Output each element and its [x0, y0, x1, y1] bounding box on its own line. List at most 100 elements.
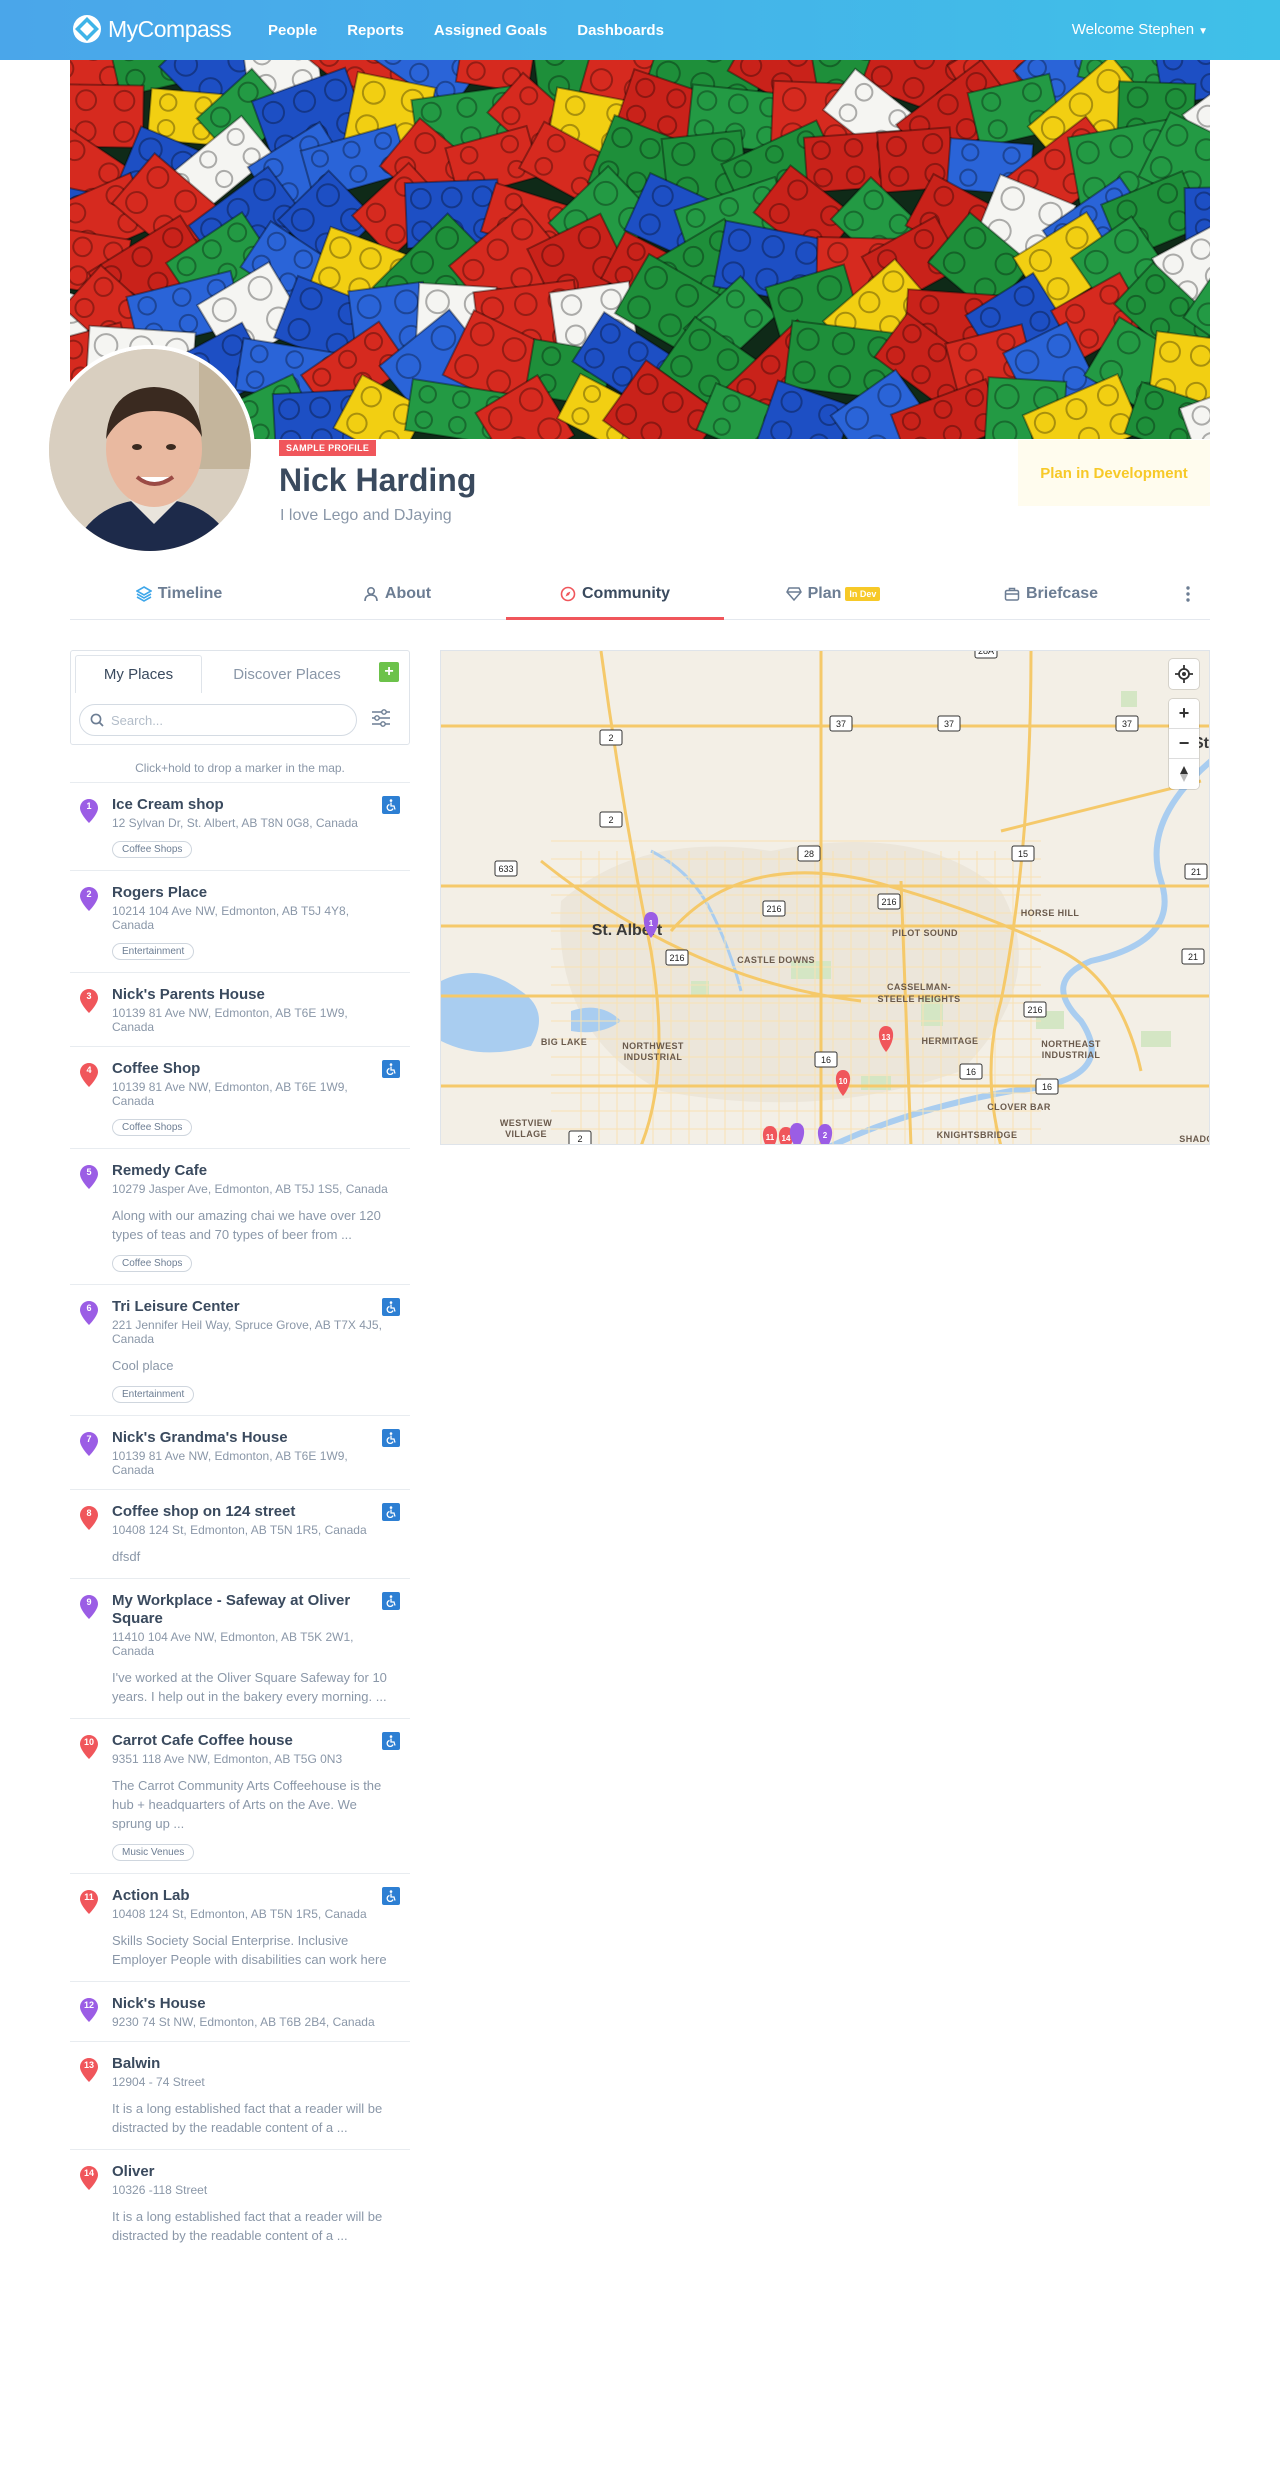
wheelchair-accessible-icon — [382, 796, 400, 814]
map-pin-icon: 5 — [80, 1165, 98, 1189]
place-name[interactable]: Nick's Grandma's House — [112, 1429, 400, 1447]
place-name[interactable]: Remedy Cafe — [112, 1162, 400, 1180]
more-options-icon[interactable] — [1186, 585, 1190, 608]
place-category-tag[interactable]: Coffee Shops — [112, 1255, 193, 1272]
map-pin-icon: 8 — [80, 1506, 98, 1530]
lego-bricks-photo — [70, 60, 1210, 439]
tab-label: Briefcase — [1025, 584, 1099, 602]
highway-number: 216 — [881, 897, 896, 907]
list-item[interactable]: 10 Carrot Cafe Coffee house 9351 118 Ave N… — [70, 1718, 410, 1873]
tab-label: Timeline — [157, 584, 223, 602]
place-category-tag[interactable]: Coffee Shops — [112, 1119, 193, 1136]
park-area — [1141, 1031, 1171, 1047]
map-canvas[interactable]: 28A237 37 372286331521621621216 21216161616… — [441, 651, 1210, 1145]
place-name[interactable]: Nick's House — [112, 1995, 400, 2013]
list-item[interactable]: 13 Balwin 12904 - 74 Street It is a long es… — [70, 2041, 410, 2149]
place-address: 10326 -118 Street — [112, 2183, 208, 2197]
compass-reset-icon[interactable] — [1169, 759, 1199, 789]
place-category-tag[interactable]: Entertainment — [112, 943, 195, 960]
wheelchair-accessible-icon — [382, 1503, 400, 1521]
highway-number: 37 — [836, 719, 846, 729]
list-item[interactable]: 9 My Workplace - Safeway at Oliver Square… — [70, 1578, 410, 1718]
place-name[interactable]: Action Lab — [112, 1887, 400, 1905]
map-pin-icon: 1 — [80, 799, 98, 823]
highway-number: 21 — [1188, 952, 1198, 962]
wheelchair-accessible-icon — [382, 1298, 400, 1316]
profile-tabs: Timeline About Community Plan In Dev Bri… — [70, 568, 1210, 620]
map-marker-number: 14 — [782, 1134, 791, 1143]
nav-dashboards[interactable]: Dashboards — [577, 22, 664, 39]
list-item[interactable]: 8 Coffee shop on 124 street 10408 124 St, … — [70, 1489, 410, 1578]
highway-number: 16 — [821, 1055, 831, 1065]
diamond-icon — [785, 586, 802, 601]
place-category-tag[interactable]: Coffee Shops — [112, 841, 193, 858]
place-category-tag[interactable]: Entertainment — [112, 1386, 195, 1403]
nav-reports[interactable]: Reports — [347, 22, 404, 39]
list-item[interactable]: 14 Oliver 10326 -118 Street It is a long es… — [70, 2149, 410, 2257]
plan-status-badge: Plan in Development — [1018, 440, 1210, 506]
list-item[interactable]: 12 Nick's House 9230 74 St NW, Edmonton, A… — [70, 1981, 410, 2041]
place-name[interactable]: Ice Cream shop — [112, 796, 400, 814]
search-field — [79, 704, 357, 736]
tab-about[interactable]: About — [288, 568, 506, 619]
place-name[interactable]: Rogers Place — [112, 884, 400, 902]
user-menu[interactable]: Welcome Stephen ▼ — [1072, 21, 1208, 38]
list-item[interactable]: 1 Ice Cream shop 12 Sylvan Dr, St. Albert,… — [70, 782, 410, 870]
profile-photo — [49, 349, 251, 551]
highway-number: 28A — [978, 651, 994, 656]
locate-icon[interactable] — [1169, 659, 1199, 689]
list-item[interactable]: 4 Coffee Shop 10139 81 Ave NW, Edmonton, A… — [70, 1046, 410, 1148]
list-item[interactable]: 3 Nick's Parents House 10139 81 Ave NW, Ed… — [70, 972, 410, 1046]
top-navigation-bar: MyCompass People Reports Assigned Goals … — [0, 0, 1280, 60]
neighbourhood-label: CLOVER BAR — [987, 1102, 1051, 1112]
place-address: 10139 81 Ave NW, Edmonton, AB T6E 1W9, C… — [112, 1006, 348, 1034]
map-pin-icon: 3 — [80, 989, 98, 1013]
pin-number: 12 — [83, 2000, 94, 2010]
brand-logo[interactable]: MyCompass — [72, 14, 232, 44]
place-address: 12904 - 74 Street — [112, 2075, 205, 2089]
place-name[interactable]: Tri Leisure Center — [112, 1298, 400, 1316]
list-item[interactable]: 2 Rogers Place 10214 104 Ave NW, Edmonton,… — [70, 870, 410, 972]
map-hint: Click+hold to drop a marker in the map. — [135, 761, 345, 775]
highway-number: 16 — [966, 1067, 976, 1077]
pin-number: 14 — [83, 2168, 94, 2178]
tab-briefcase[interactable]: Briefcase — [942, 568, 1160, 619]
tab-plan[interactable]: Plan In Dev — [724, 568, 942, 619]
place-name[interactable]: Balwin — [112, 2055, 400, 2073]
compass-icon — [560, 586, 576, 601]
pin-number: 2 — [86, 889, 92, 899]
zoom-in-button[interactable]: + — [1169, 699, 1199, 729]
filter-sliders-icon[interactable] — [371, 708, 391, 732]
city-area — [560, 842, 1019, 1103]
zoom-out-button[interactable]: − — [1169, 729, 1199, 759]
tab-community[interactable]: Community — [506, 568, 724, 620]
place-address: 10408 124 St, Edmonton, AB T5N 1R5, Cana… — [112, 1523, 367, 1537]
place-category-tag[interactable]: Music Venues — [112, 1844, 195, 1861]
profile-tagline: I love Lego and DJaying — [280, 507, 452, 524]
place-name[interactable]: My Workplace - Safeway at Oliver Square — [112, 1592, 400, 1628]
list-item[interactable]: 7 Nick's Grandma's House 10139 81 Ave NW, … — [70, 1415, 410, 1489]
place-description: Skills Society Social Enterprise. Inclus… — [112, 1933, 387, 1967]
search-input[interactable] — [111, 712, 331, 728]
list-item[interactable]: 5 Remedy Cafe 10279 Jasper Ave, Edmonton, … — [70, 1148, 410, 1284]
search-row — [79, 703, 399, 737]
tab-discover-places[interactable]: Discover Places — [202, 655, 372, 693]
tab-timeline[interactable]: Timeline — [70, 568, 288, 619]
nav-assigned-goals[interactable]: Assigned Goals — [434, 22, 547, 39]
nav-people[interactable]: People — [268, 22, 317, 39]
community-map[interactable]: 28A 2 37 37 37 2 28 633 15 216 216 21 216 21 216 16 16 16… — [440, 650, 1210, 1145]
list-item[interactable]: 11 Action Lab 10408 124 St, Edmonton, AB T… — [70, 1873, 410, 1981]
pin-number: 5 — [86, 1167, 92, 1177]
place-name[interactable]: Coffee shop on 124 street — [112, 1503, 400, 1521]
highway-number: 15 — [1018, 849, 1028, 859]
list-item[interactable]: 6 Tri Leisure Center 221 Jennifer Heil Way… — [70, 1284, 410, 1415]
place-name[interactable]: Nick's Parents House — [112, 986, 400, 1004]
place-name[interactable]: Carrot Cafe Coffee house — [112, 1732, 400, 1750]
tab-my-places[interactable]: My Places — [75, 655, 202, 693]
wheelchair-accessible-icon — [382, 1592, 400, 1610]
places-list: 1 Ice Cream shop 12 Sylvan Dr, St. Albert,… — [70, 782, 410, 2257]
add-place-button[interactable]: + — [379, 662, 399, 682]
map-pin-icon: 9 — [80, 1595, 98, 1619]
place-name[interactable]: Oliver — [112, 2163, 400, 2181]
place-name[interactable]: Coffee Shop — [112, 1060, 400, 1078]
